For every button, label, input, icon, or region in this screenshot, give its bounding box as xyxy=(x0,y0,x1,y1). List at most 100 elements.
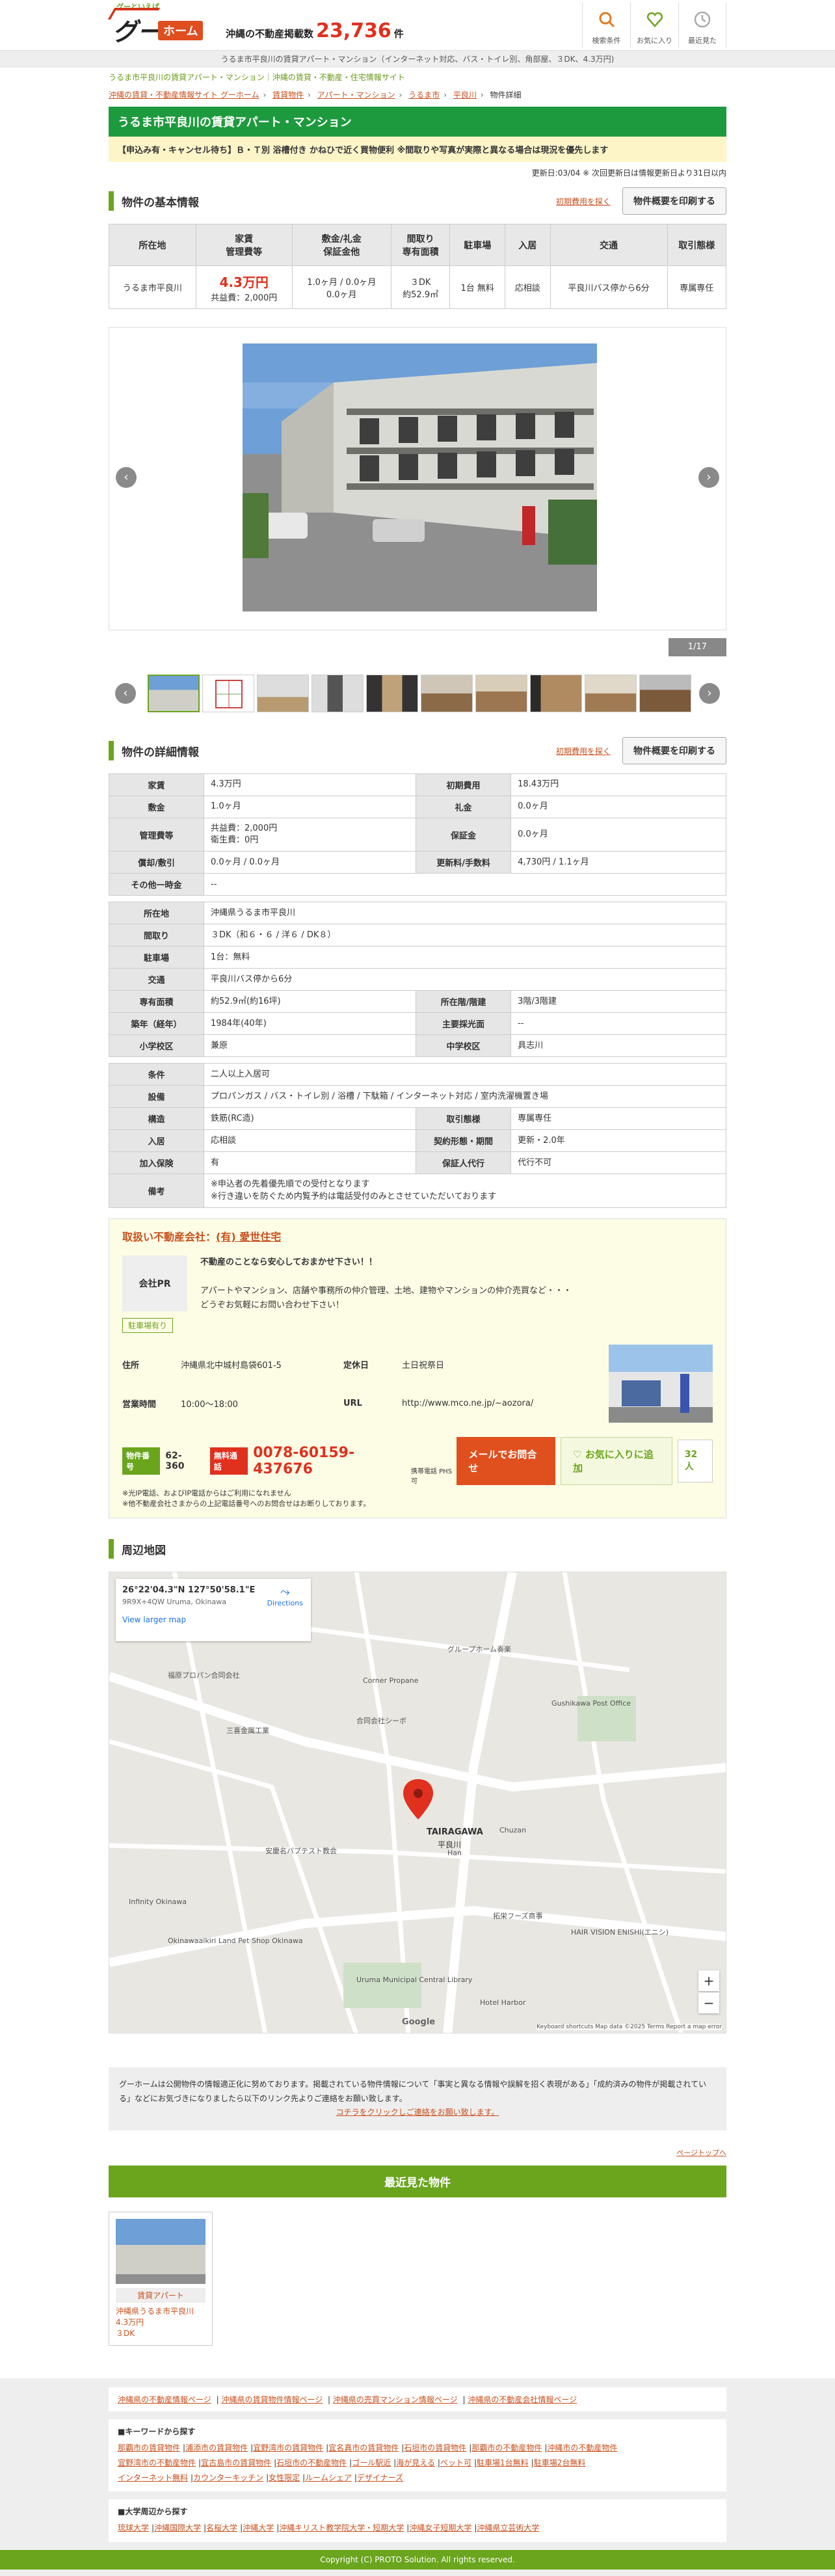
main-photo[interactable] xyxy=(243,343,597,611)
logo-home: ホーム xyxy=(158,21,204,40)
catch-copy: うるま市平良川の賃貸アパート・マンション｜沖縄の賃貸・不動産・住宅情報サイト xyxy=(109,73,405,82)
col-move: 入居 xyxy=(505,224,551,266)
table-row: うるま市平良川 4.3万円 共益費：2,000円 1.0ヶ月 / 0.0ヶ月 0.0… xyxy=(109,265,726,309)
heart-icon xyxy=(642,7,668,33)
page-title: うるま市平良川の賃貸アパート・マンション xyxy=(109,107,726,137)
property-id-label: 物件番号 xyxy=(122,1447,161,1475)
search-icon xyxy=(594,7,620,33)
recent-section-title: 最近見た物件 xyxy=(109,2165,726,2197)
clock-icon xyxy=(689,7,715,33)
thumbnail[interactable] xyxy=(202,675,254,712)
sub-header: うるま市平良川の賃貸アパート・マンション（インターネット対応、バス・トイレ別、角… xyxy=(0,51,835,68)
table-row: 管理費等 共益費：2,000円 衛生費：0円 保証金 0.0ヶ月 xyxy=(109,817,726,852)
table-row: 条件 二人以上入居可 xyxy=(109,1063,726,1086)
col-layout: 間取り 専有面積 xyxy=(390,224,451,266)
table-row: その他一時金 -- xyxy=(109,873,726,896)
col-parking: 駐車場 xyxy=(449,224,506,266)
print-button[interactable]: 物件概要を印刷する xyxy=(622,187,726,215)
detail-section-header: 物件の詳細情報 初期費用を探く 物件概要を印刷する xyxy=(109,736,726,766)
crumb-city[interactable]: うるま市 xyxy=(408,90,440,100)
thumbnail[interactable] xyxy=(585,675,637,712)
free-call-label: 無料通話 xyxy=(209,1447,248,1475)
crumb-home[interactable]: 沖縄の賃貸・不動産情報サイト グーホーム xyxy=(109,90,259,100)
google-logo: Google xyxy=(402,2017,436,2028)
table-row: 備考 ※申込者の先着優先順での受付となります ※行き違いを防ぐため内覧予約は電話受付… xyxy=(109,1174,726,1208)
thumbnail[interactable] xyxy=(475,675,527,712)
map-section-title: 周辺地図 xyxy=(122,1544,166,1557)
site-logo[interactable]: グーといえば グー ホーム xyxy=(107,0,206,48)
phone-number[interactable]: 0078-60159-437676 xyxy=(253,1445,408,1477)
basic-section-title: 物件の基本情報 xyxy=(122,196,199,209)
site-footer: 沖縄県の不動産情報ページ | 沖縄県の賃貸物件情報ページ | 沖縄県の売買マンシ… xyxy=(0,2378,835,2576)
larger-map-link[interactable]: View larger map xyxy=(122,1615,304,1624)
copyright: Copyright (C) PROTO Solution. All rights… xyxy=(0,2550,835,2570)
directions-icon: ⤳ xyxy=(280,1585,290,1600)
crumb-apartment[interactable]: アパート・マンション xyxy=(317,90,395,100)
map-town-label: TAIRAGAWA xyxy=(427,1827,483,1838)
table-row: 償却/敷引 0.0ヶ月 / 0.0ヶ月 更新料/手数料 4,730円 / 1.1ヶ月 xyxy=(109,851,726,874)
col-deal: 取引態様 xyxy=(667,224,726,266)
table-row: 入居 応相談 契約形態・期間 更新・2.0年 xyxy=(109,1129,726,1153)
col-address: 所在地 xyxy=(109,224,196,266)
nav-favorites[interactable]: お気に入り xyxy=(630,3,678,48)
table-row: 専有面積 約52.9㎡(約16坪) 所在階/階建 3階/3階建 xyxy=(109,990,726,1013)
mail-inquiry-button[interactable]: メールでお問合せ xyxy=(457,1437,556,1486)
heart-icon: ♡ xyxy=(573,1449,585,1461)
footer-universities: ■大学周辺から探す 琉球大学 |沖縄国際大学 |名桜大学 |沖縄大学 |沖縄キリスト教学… xyxy=(109,2499,726,2543)
print-button-2[interactable]: 物件概要を印刷する xyxy=(622,737,726,764)
page-top-link[interactable]: ページトップへ xyxy=(676,2149,726,2157)
photo-counter: 1/17 xyxy=(109,638,726,656)
table-row: 駐車場 1台：無料 xyxy=(109,946,726,969)
rent-price: 4.3万円 xyxy=(219,274,269,290)
initial-cost-link-2[interactable]: 初期費用を探く xyxy=(556,745,611,757)
add-favorite-button[interactable]: ♡ お気に入りに追加 xyxy=(561,1437,672,1486)
crumb-rent[interactable]: 賃貸物件 xyxy=(272,90,304,100)
thumbs-next-button[interactable]: › xyxy=(699,683,720,704)
nav-search[interactable]: 検索条件 xyxy=(582,3,630,48)
crumb-area[interactable]: 平良川 xyxy=(453,90,477,100)
table-row: 築年（経年） 1984年(40年) 主要採光面 -- xyxy=(109,1012,726,1036)
thumbs-prev-button[interactable]: ‹ xyxy=(115,683,136,704)
detail-section-title: 物件の詳細情報 xyxy=(122,745,199,759)
recent-card[interactable]: 賃貸アパート 沖縄県うるま市平良川 4.3万円 ３DK xyxy=(109,2211,213,2346)
thumbnail[interactable] xyxy=(366,675,418,712)
col-deposit: 敷金/礼金 保証金他 xyxy=(291,224,391,266)
thumbnail[interactable] xyxy=(148,675,200,712)
property-id: 62-360 xyxy=(165,1451,185,1472)
gallery-prev-button[interactable]: ‹ xyxy=(116,467,137,488)
col-rent: 家賃 管理費等 xyxy=(195,224,293,266)
table-row: 家賃 4.3万円 初期費用 18.43万円 xyxy=(109,773,726,796)
listing-count: 沖縄の不動産掲載数 23,736 件 xyxy=(226,20,404,42)
thumbnail[interactable] xyxy=(257,675,309,712)
nav-recent[interactable]: 最近見た xyxy=(678,3,726,48)
thumbnail[interactable] xyxy=(639,675,691,712)
area-map[interactable]: 26°22'04.3"N 127°50'58.1"E 9R9X+4QW Urum… xyxy=(109,1572,726,2034)
disclaimer-box: グーホームは公開物件の情報適正化に努めております。掲載されている物件情報について… xyxy=(109,2067,726,2130)
zoom-in-button[interactable]: + xyxy=(698,1970,719,1992)
pr-label: 会社PR xyxy=(122,1255,187,1311)
agent-box: 取扱い不動産会社：(有) 愛世住宅 会社PR 不動産のことなら安心しておまかせ下… xyxy=(109,1218,726,1519)
zoom-out-button[interactable]: − xyxy=(698,1992,719,2014)
map-footer: Keyboard shortcuts Map data ©2025 Terms … xyxy=(537,2024,722,2031)
table-row: 小学校区 兼原 中学校区 具志川 xyxy=(109,1034,726,1058)
table-row: 間取り ３DK（和６・６ / 洋６ / DK８） xyxy=(109,924,726,947)
table-row: 敷金 1.0ヶ月 礼金 0.0ヶ月 xyxy=(109,796,726,818)
table-row: 交通 平良川バス停から6分 xyxy=(109,968,726,991)
col-access: 交通 xyxy=(550,224,668,266)
agent-shop-photo xyxy=(609,1345,713,1423)
agent-name-link[interactable]: (有) 愛世住宅 xyxy=(216,1231,281,1243)
footer-keywords: ■キーワードから探す 那覇市の賃貸物件 |浦添市の賃貸物件 |宜野湾市の賃貸物件 |宜… xyxy=(109,2419,726,2492)
initial-cost-link[interactable]: 初期費用を探く xyxy=(556,196,611,207)
header-nav: 検索条件 お気に入り 最近見た xyxy=(582,3,726,48)
directions-link[interactable]: ⤳ Directions xyxy=(267,1585,303,1607)
property-notice: 【申込み有・キャンセル待ち】Ｂ・Ｔ別 浴槽付き かねひで近く買物便利 ※間取りや… xyxy=(109,137,726,162)
thumbnail[interactable] xyxy=(530,675,582,712)
report-link[interactable]: コチラをクリックしご連絡をお願い致します。 xyxy=(336,2108,499,2117)
map-section-header: 周辺地図 xyxy=(109,1534,726,1564)
thumbnail[interactable] xyxy=(421,675,473,712)
update-info: 更新日:03/04 ※ 次回更新日は情報更新日より31日以内 xyxy=(531,168,726,178)
footer-links: 沖縄県の不動産情報ページ | 沖縄県の賃貸物件情報ページ | 沖縄県の売買マンシ… xyxy=(109,2387,726,2411)
thumbnail-strip: ‹ › xyxy=(109,675,726,718)
gallery-next-button[interactable]: › xyxy=(698,467,719,488)
thumbnail[interactable] xyxy=(311,675,364,712)
